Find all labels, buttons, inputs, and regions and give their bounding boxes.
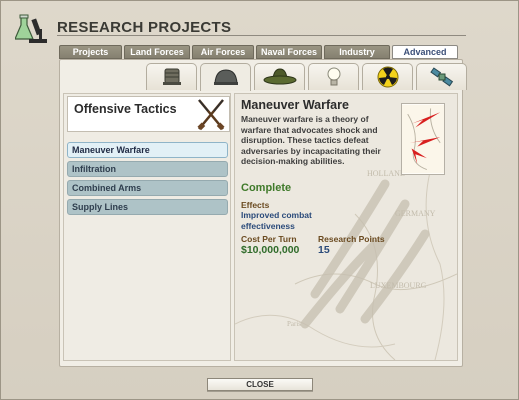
research-points-value: 15 xyxy=(318,244,330,256)
effects-value: Improved combat effectiveness xyxy=(241,210,312,231)
research-points-label: Research Points xyxy=(318,234,385,244)
page-title: RESEARCH PROJECTS xyxy=(57,19,232,36)
tab-advanced[interactable]: Advanced xyxy=(392,45,458,59)
flask-microscope-icon xyxy=(15,14,47,43)
category-tab-radiation[interactable] xyxy=(362,63,413,90)
project-illustration-map xyxy=(401,103,445,175)
list-item-maneuver-warfare[interactable]: Maneuver Warfare xyxy=(67,142,228,158)
effects-label: Effects xyxy=(241,200,270,210)
cost-per-turn-label: Cost Per Turn xyxy=(241,234,297,244)
campaign-hat-icon xyxy=(263,68,296,85)
title-divider xyxy=(57,35,466,36)
steel-helmet-icon xyxy=(213,68,238,85)
lightbulb-icon xyxy=(327,67,340,86)
crossed-rifles-icon xyxy=(197,99,225,131)
category-tab-campaign-hat[interactable] xyxy=(254,63,305,90)
map-label-paris: Paris xyxy=(287,320,301,328)
list-item-infiltration[interactable]: Infiltration xyxy=(67,161,228,177)
category-tab-barrel-helmet[interactable] xyxy=(146,63,197,90)
category-tab-steel-helmet[interactable] xyxy=(200,63,251,91)
tab-naval-forces[interactable]: Naval Forces xyxy=(256,45,322,59)
radiation-icon xyxy=(377,66,398,88)
project-description: Maneuver warfare is a theory of warfare … xyxy=(241,114,381,166)
category-tab-lightbulb[interactable] xyxy=(308,63,359,90)
cost-per-turn-value: $10,000,000 xyxy=(241,244,300,256)
map-label-germany: GERMANY xyxy=(395,209,436,218)
tech-tree-header: Offensive Tactics xyxy=(67,96,230,132)
close-button[interactable]: CLOSE xyxy=(207,378,313,391)
tab-industry[interactable]: Industry xyxy=(324,45,390,59)
map-label-luxembourg: LUXEMBOURG xyxy=(370,281,427,290)
project-status: Complete xyxy=(241,182,292,194)
category-tab-satellite[interactable] xyxy=(416,63,467,90)
tab-projects[interactable]: Projects xyxy=(59,45,122,59)
main-tabs: Projects Land Forces Air Forces Naval Fo… xyxy=(59,45,458,59)
tech-tree-panel xyxy=(63,93,231,361)
tab-land-forces[interactable]: Land Forces xyxy=(124,45,190,59)
project-list: Maneuver Warfare Infiltration Combined A… xyxy=(67,142,228,218)
project-title: Maneuver Warfare xyxy=(241,98,349,112)
list-item-supply-lines[interactable]: Supply Lines xyxy=(67,199,228,215)
barrel-helmet-icon xyxy=(162,68,181,85)
tab-air-forces[interactable]: Air Forces xyxy=(192,45,254,59)
category-tabs xyxy=(146,63,467,91)
tech-tree-title: Offensive Tactics xyxy=(74,102,177,116)
list-item-combined-arms[interactable]: Combined Arms xyxy=(67,180,228,196)
research-projects-window: RESEARCH PROJECTS Projects Land Forces A… xyxy=(0,0,519,400)
satellite-icon xyxy=(429,67,453,87)
